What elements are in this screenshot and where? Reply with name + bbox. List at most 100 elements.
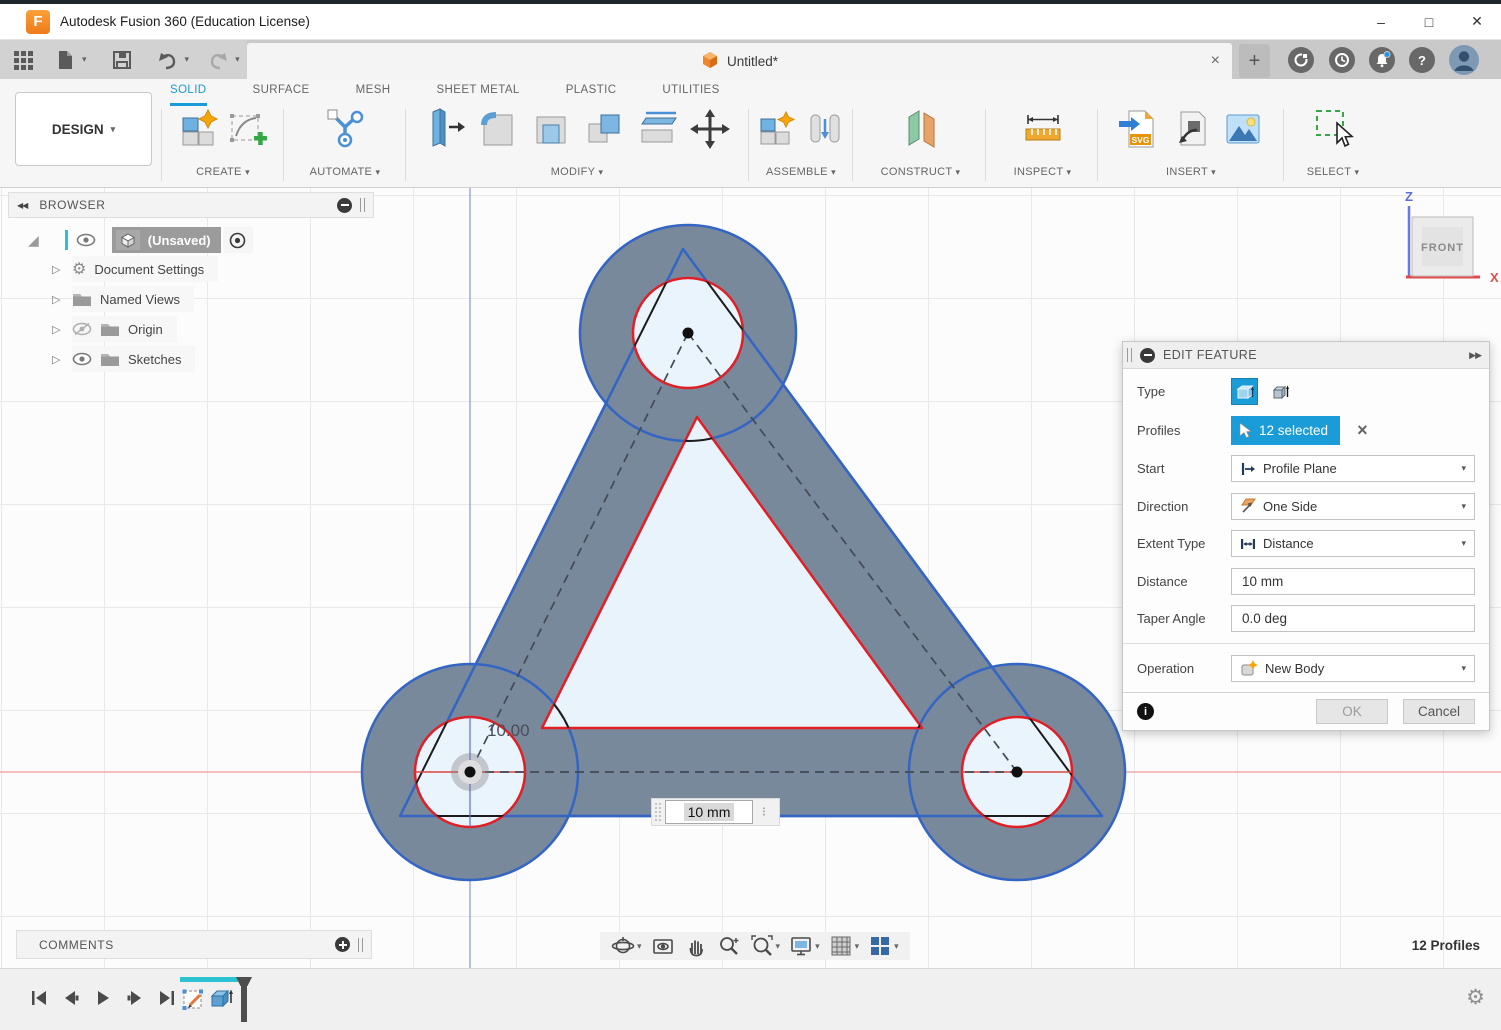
tree-root-row[interactable]: ◢ (Unsaved) [8,226,374,254]
extensions-icon[interactable] [1288,47,1314,73]
app-grid-icon[interactable] [12,49,34,71]
start-dropdown[interactable]: Profile Plane ▾ [1231,455,1475,482]
info-icon[interactable]: i [1137,703,1154,720]
visibility-eye-icon[interactable] [72,352,92,366]
visibility-eye-icon[interactable] [76,233,96,247]
operation-dropdown[interactable]: New Body ▾ [1231,655,1475,682]
taper-angle-input[interactable] [1231,605,1475,632]
dialog-grip[interactable] [1127,348,1132,362]
combine-icon[interactable] [582,107,626,151]
construct-plane-icon[interactable] [899,107,943,151]
group-label-assemble[interactable]: ASSEMBLE ▾ [752,166,850,178]
dialog-dock-icon[interactable]: ▶▶ [1469,350,1481,361]
offset-face-icon[interactable] [635,107,679,151]
job-status-clock-icon[interactable] [1329,47,1355,73]
add-comment-icon[interactable] [335,937,350,952]
tab-utilities[interactable]: UTILITIES [662,84,719,106]
comments-panel-header[interactable]: COMMENTS [16,930,372,959]
timeline-extrude-feature[interactable] [208,985,236,1020]
file-menu-caret-icon[interactable]: ▾ [82,54,87,65]
automate-icon[interactable] [323,107,367,151]
clear-selection-icon[interactable]: × [1357,421,1368,439]
group-label-automate[interactable]: AUTOMATE ▾ [290,166,400,178]
help-icon[interactable]: ? [1409,47,1435,73]
profiles-selection-chip[interactable]: 12 selected [1231,416,1340,445]
root-document[interactable]: (Unsaved) [112,227,221,253]
dimension-drag-handle[interactable] [654,802,662,822]
ok-button[interactable]: OK [1316,699,1388,724]
canvas-image-icon[interactable] [1221,107,1265,151]
fillet-icon[interactable] [476,107,520,151]
group-label-create[interactable]: CREATE ▾ [164,166,282,178]
zoom-tool[interactable] [714,934,744,958]
measure-icon[interactable] [1021,107,1065,151]
group-label-select[interactable]: SELECT ▾ [1288,166,1378,178]
browser-collapse-icon[interactable]: ◀◀ [17,201,27,210]
sidebar-item-named-views[interactable]: ▷ Named Views [8,284,374,314]
dialog-header[interactable]: EDIT FEATURE ▶▶ [1123,342,1489,369]
step-back-button[interactable] [58,985,84,1011]
display-settings-tool[interactable]: ▾ [786,934,823,958]
redo-caret-icon[interactable]: ▾ [235,54,240,65]
group-label-inspect[interactable]: INSPECT ▾ [990,166,1095,178]
expand-chevron-icon[interactable]: ▷ [52,293,64,306]
select-tool-icon[interactable] [1311,107,1355,151]
window-maximize-button[interactable]: □ [1405,5,1453,39]
timeline-settings-gear-icon[interactable]: ⚙ [1466,985,1485,1010]
shell-icon[interactable] [529,107,573,151]
insert-svg-icon[interactable]: SVG [1117,107,1161,151]
orbit-tool[interactable]: ▾ [608,934,645,958]
root-expand-icon[interactable]: ◢ [28,232,39,249]
expand-chevron-icon[interactable]: ▷ [52,263,64,276]
press-pull-icon[interactable] [423,107,467,151]
new-solid-icon[interactable] [177,107,221,151]
type-extrude-thin-button[interactable] [1267,378,1294,405]
cancel-button[interactable]: Cancel [1403,699,1475,724]
move-copy-icon[interactable] [688,107,732,151]
window-minimize-button[interactable]: – [1357,5,1405,39]
timeline-sketch-feature[interactable] [180,985,208,1020]
look-at-tool[interactable] [648,934,678,958]
pan-tool[interactable] [681,934,711,958]
sidebar-item-sketches[interactable]: ▷ Sketches [8,344,374,374]
center-point[interactable] [1012,767,1023,778]
tab-plastic[interactable]: PLASTIC [566,84,617,106]
dialog-minimize-icon[interactable] [1140,348,1155,363]
window-close-button[interactable]: ✕ [1453,5,1501,39]
expand-chevron-icon[interactable]: ▷ [52,323,64,336]
model-canvas[interactable]: 10.00 FRONT Z X ◀◀ BROWSER ◢ [0,188,1501,968]
new-tab-button[interactable]: + [1239,44,1270,78]
visibility-off-eye-icon[interactable] [72,322,92,336]
derive-icon[interactable] [1169,107,1213,151]
dimension-options-icon[interactable]: ⁝ [753,804,775,820]
browser-header[interactable]: ◀◀ BROWSER [8,192,374,218]
redo-icon[interactable] [207,49,229,71]
tab-mesh[interactable]: MESH [356,84,391,106]
center-point[interactable] [683,328,694,339]
dimension-input[interactable]: 10 mm [665,800,753,824]
undo-icon[interactable] [157,49,179,71]
go-to-end-button[interactable] [154,985,180,1011]
save-icon[interactable] [111,49,133,71]
viewports-tool[interactable]: ▾ [865,934,902,958]
joint-icon[interactable] [803,107,847,151]
notifications-bell-icon[interactable] [1369,47,1395,73]
browser-grip[interactable] [360,198,365,212]
comments-grip[interactable] [358,938,363,952]
view-cube-label[interactable]: FRONT [1421,242,1464,254]
type-extrude-solid-button[interactable] [1231,378,1258,405]
group-label-construct[interactable]: CONSTRUCT ▾ [858,166,983,178]
go-to-start-button[interactable] [26,985,52,1011]
tab-solid[interactable]: SOLID [170,84,207,106]
distance-input[interactable] [1231,568,1475,595]
document-tab[interactable]: Untitled* × [247,43,1232,79]
sidebar-item-origin[interactable]: ▷ Origin [8,314,374,344]
group-label-insert[interactable]: INSERT ▾ [1102,166,1280,178]
sketch-origin[interactable] [451,753,489,791]
browser-minimize-icon[interactable] [337,198,352,213]
workspace-selector[interactable]: DESIGN ▾ [15,92,152,166]
play-button[interactable] [90,985,116,1011]
step-forward-button[interactable] [122,985,148,1011]
dimension-label[interactable]: 10.00 [487,721,530,740]
view-cube[interactable]: FRONT Z X [1405,189,1499,285]
